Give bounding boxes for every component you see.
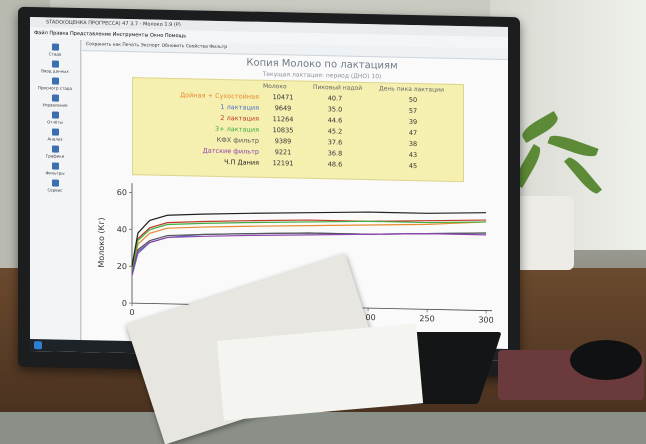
legend-series-name: Ч.П Дания — [139, 156, 259, 167]
mouse — [570, 340, 642, 380]
legend-milk-value: 10471 — [263, 93, 303, 102]
legend-peak-value: 35.0 — [315, 105, 355, 114]
sidebar-item[interactable]: Ввод данных — [30, 56, 80, 74]
manage-icon — [52, 94, 59, 101]
legend-milk-value: 9649 — [263, 104, 303, 113]
legend-peak-value: 48.6 — [315, 160, 355, 169]
sidebar-item[interactable]: Графики — [30, 141, 80, 159]
legend-box: Молоко Пиковый надой День пика лактации … — [132, 77, 464, 182]
legend-peak-value: 45.2 — [315, 127, 355, 136]
x-tick-label: 300 — [478, 315, 493, 324]
sidebar-item[interactable]: Стадо — [30, 39, 80, 57]
view-icon — [52, 77, 59, 84]
legend-series-name: КФХ фильтр — [139, 134, 259, 145]
legend-peak-day-value: 39 — [393, 118, 433, 127]
legend-peak-day-value: 45 — [393, 162, 433, 171]
service-icon — [52, 179, 59, 186]
legend-peak-value: 44.6 — [315, 116, 355, 125]
legend-header-peak-day: День пика лактации — [379, 85, 444, 93]
analysis-icon — [52, 128, 59, 135]
legend-peak-value: 40.7 — [315, 94, 355, 103]
legend-milk-value: 10835 — [263, 126, 303, 135]
legend-series-name: 3+ лактация — [139, 123, 259, 134]
series-line — [132, 205, 486, 273]
x-tick-label: 250 — [419, 314, 434, 323]
sidebar-item[interactable]: Управление — [30, 90, 80, 108]
report-icon — [52, 111, 59, 118]
filter-icon — [52, 162, 59, 169]
sidebar: Стадо Ввод данных Просмотр стада Управле… — [30, 39, 81, 340]
legend-series-name: Датские фильтр — [139, 145, 259, 156]
chart-icon — [52, 145, 59, 152]
y-tick-label: 20 — [117, 262, 127, 271]
input-icon — [52, 60, 59, 67]
plant-pot — [512, 196, 574, 270]
sidebar-item[interactable]: Сервис — [30, 175, 80, 193]
legend-peak-value: 36.8 — [315, 149, 355, 158]
legend-peak-day-value: 50 — [393, 96, 433, 105]
sidebar-item[interactable]: Отчёты — [30, 107, 80, 125]
y-tick-label: 60 — [117, 188, 127, 197]
start-icon[interactable] — [34, 341, 42, 349]
legend-series-name: Дойная + Сухостойная — [139, 90, 259, 101]
x-tick-label: 0 — [129, 308, 134, 317]
sidebar-item[interactable]: Анализ — [30, 124, 80, 142]
legend-milk-value: 9221 — [263, 148, 303, 157]
legend-milk-value: 12191 — [263, 159, 303, 168]
legend-peak-value: 37.6 — [315, 138, 355, 147]
herd-icon — [52, 43, 59, 50]
legend-peak-day-value: 38 — [393, 140, 433, 149]
legend-series-name: 2 лактация — [139, 112, 259, 123]
y-tick-label: 40 — [117, 225, 127, 234]
legend-peak-day-value: 57 — [393, 107, 433, 116]
legend-header-milk: Молоко — [263, 83, 287, 90]
legend-milk-value: 11264 — [263, 115, 303, 124]
legend-header-peak: Пиковый надой — [313, 84, 362, 92]
y-tick-label: 0 — [122, 299, 127, 308]
sidebar-item[interactable]: Фильтры — [30, 158, 80, 176]
legend-peak-day-value: 43 — [393, 151, 433, 160]
legend-milk-value: 9389 — [263, 137, 303, 146]
y-axis-label: Молоко (Кг) — [97, 217, 106, 267]
legend-series-name: 1 лактация — [139, 101, 259, 112]
sidebar-item[interactable]: Просмотр стада — [30, 73, 80, 91]
legend-peak-day-value: 47 — [393, 129, 433, 138]
